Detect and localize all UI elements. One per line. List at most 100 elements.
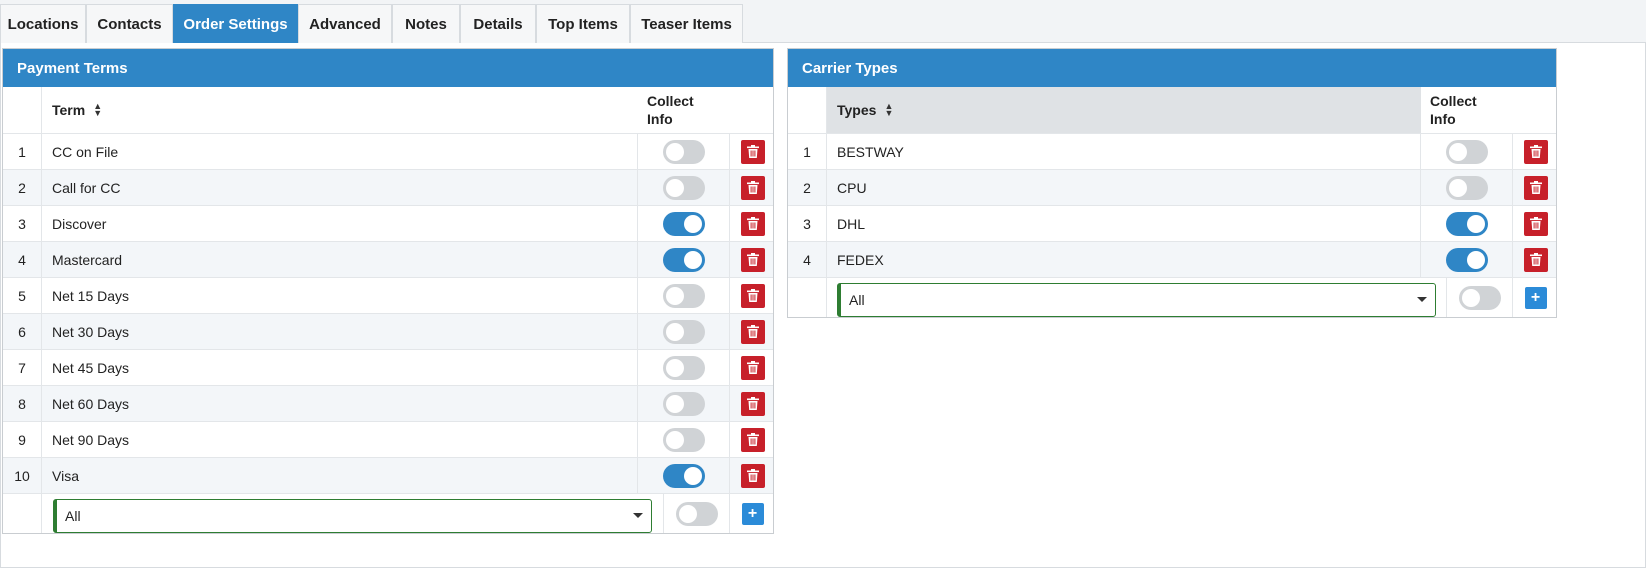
collect-info-toggle[interactable] (662, 463, 705, 488)
table-row: 5 Net 15 Days (3, 277, 773, 313)
row-number: 10 (3, 458, 42, 493)
collect-info-toggle[interactable] (1445, 211, 1488, 236)
type-cell: CPU (827, 170, 1421, 205)
types-header-label: Types (837, 102, 877, 118)
collect-info-toggle[interactable] (662, 211, 705, 236)
table-row: 6 Net 30 Days (3, 313, 773, 349)
payment-terms-title: Payment Terms (3, 49, 773, 87)
delete-button[interactable] (740, 247, 765, 272)
term-cell: CC on File (42, 134, 638, 169)
collect-info-cell (638, 242, 730, 277)
add-collect-cell (1446, 278, 1513, 317)
collect-info-header-line1: Collect (647, 93, 694, 109)
table-row: 9 Net 90 Days (3, 421, 773, 457)
collect-info-header: Collect Info (1421, 87, 1513, 133)
delete-button[interactable] (1523, 247, 1548, 272)
collect-info-toggle[interactable] (1445, 139, 1488, 164)
tab-order-settings[interactable]: Order Settings (173, 4, 298, 43)
collect-info-toggle[interactable] (662, 355, 705, 380)
collect-info-toggle[interactable] (662, 391, 705, 416)
collect-info-toggle[interactable] (662, 319, 705, 344)
type-cell: FEDEX (827, 242, 1421, 277)
payment-term-select[interactable]: All (53, 499, 652, 533)
collect-info-toggle[interactable] (1445, 247, 1488, 272)
row-number: 4 (3, 242, 42, 277)
action-cell (730, 386, 775, 421)
trash-icon (1529, 181, 1542, 194)
tab-details[interactable]: Details (460, 4, 536, 43)
row-number: 9 (3, 422, 42, 457)
delete-button[interactable] (740, 355, 765, 380)
plus-icon: + (1530, 288, 1541, 306)
collect-info-toggle[interactable] (1445, 175, 1488, 200)
trash-icon (746, 433, 759, 446)
collect-info-cell (638, 170, 730, 205)
delete-button[interactable] (740, 391, 765, 416)
delete-button[interactable] (740, 139, 765, 164)
collect-info-toggle[interactable] (662, 139, 705, 164)
type-cell: DHL (827, 206, 1421, 241)
tab-bar: Locations Contacts Order Settings Advanc… (0, 0, 1646, 43)
add-collect-info-toggle[interactable] (675, 501, 718, 526)
types-header[interactable]: Types ▲ ▼ (827, 87, 1421, 133)
term-cell: Net 90 Days (42, 422, 638, 457)
actions-header (1513, 87, 1558, 133)
add-payment-term-button[interactable]: + (741, 502, 764, 525)
table-row: 8 Net 60 Days (3, 385, 773, 421)
collect-info-header-line1: Collect (1430, 93, 1477, 109)
tab-advanced[interactable]: Advanced (298, 4, 392, 43)
payment-terms-panel: Payment Terms Term ▲ ▼ Collect Info 1 CC on… (2, 48, 774, 534)
action-cell (1513, 170, 1558, 205)
term-cell: Discover (42, 206, 638, 241)
table-row: 2 Call for CC (3, 169, 773, 205)
trash-icon (746, 397, 759, 410)
table-row: 1 CC on File (3, 133, 773, 169)
plus-icon: + (747, 504, 758, 522)
collect-info-cell (638, 422, 730, 457)
delete-button[interactable] (740, 427, 765, 452)
action-cell (730, 170, 775, 205)
collect-info-toggle[interactable] (662, 247, 705, 272)
delete-button[interactable] (740, 283, 765, 308)
row-number: 3 (3, 206, 42, 241)
sort-icon: ▲ ▼ (884, 101, 894, 118)
add-collect-cell (663, 494, 730, 533)
delete-button[interactable] (740, 175, 765, 200)
delete-button[interactable] (740, 463, 765, 488)
delete-button[interactable] (1523, 175, 1548, 200)
collect-info-cell (638, 278, 730, 313)
action-cell (730, 278, 775, 313)
tab-contacts[interactable]: Contacts (86, 4, 173, 43)
caret-down-icon (633, 513, 643, 518)
add-row-num (788, 278, 827, 317)
add-collect-info-toggle[interactable] (1458, 285, 1501, 310)
add-carrier-type-button[interactable]: + (1524, 286, 1547, 309)
tab-teaser-items[interactable]: Teaser Items (630, 4, 743, 43)
term-cell: Net 45 Days (42, 350, 638, 385)
term-header[interactable]: Term ▲ ▼ (42, 87, 638, 133)
payment-terms-add-row: All + (3, 493, 773, 533)
delete-button[interactable] (740, 319, 765, 344)
collect-info-toggle[interactable] (662, 283, 705, 308)
collect-info-header-line2: Info (647, 111, 673, 127)
num-header (3, 87, 42, 133)
delete-button[interactable] (1523, 211, 1548, 236)
delete-button[interactable] (740, 211, 765, 236)
delete-button[interactable] (1523, 139, 1548, 164)
tab-top-items[interactable]: Top Items (536, 4, 630, 43)
trash-icon (746, 325, 759, 338)
trash-icon (746, 181, 759, 194)
collect-info-cell (1421, 206, 1513, 241)
collect-info-header-line2: Info (1430, 111, 1456, 127)
collect-info-toggle[interactable] (662, 427, 705, 452)
term-cell: Net 30 Days (42, 314, 638, 349)
tab-notes[interactable]: Notes (392, 4, 460, 43)
row-number: 8 (3, 386, 42, 421)
table-row: 1 BESTWAY (788, 133, 1556, 169)
collect-info-toggle[interactable] (662, 175, 705, 200)
carrier-type-select[interactable]: All (837, 283, 1436, 317)
table-row: 3 Discover (3, 205, 773, 241)
term-cell: Mastercard (42, 242, 638, 277)
tab-locations[interactable]: Locations (0, 4, 86, 43)
carrier-types-panel: Carrier Types Types ▲ ▼ Collect Info 1 BEST… (787, 48, 1557, 318)
